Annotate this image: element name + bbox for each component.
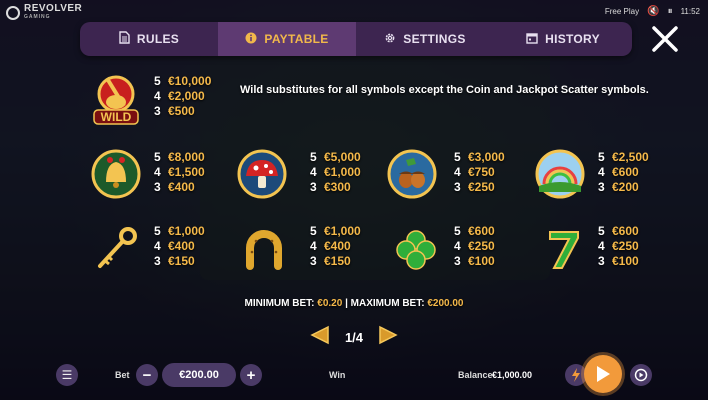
info-icon (245, 32, 257, 47)
gear-icon (384, 32, 396, 47)
min-bet-label: MINIMUM BET: (244, 298, 315, 309)
tab-rules[interactable]: RULES (80, 22, 218, 56)
mute-icon[interactable]: 🔇 (647, 6, 659, 17)
tab-settings[interactable]: SETTINGS (356, 22, 494, 56)
minus-icon: − (142, 366, 152, 384)
balance-label: Balance (458, 370, 493, 380)
bet-separator: | (345, 298, 348, 309)
pause-icon[interactable]: ⏸ (668, 6, 673, 17)
document-icon (119, 31, 130, 47)
tab-history[interactable]: HISTORY (494, 22, 632, 56)
min-bet-value: €0.20 (317, 298, 343, 309)
close-icon (652, 26, 678, 52)
autoplay-button[interactable] (630, 364, 652, 386)
horseshoe-pays: 5 €1,000 4 €400 3 €150 (310, 224, 361, 268)
wild-description: Wild substitutes for all symbols except … (240, 84, 649, 96)
menu-button[interactable]: ☰ (56, 364, 78, 386)
clock: 11:52 (680, 7, 700, 16)
wild-pot-icon: WILD (90, 74, 142, 126)
brand-sub: GAMING (24, 14, 51, 20)
calendar-icon (526, 32, 538, 47)
balance-value: €1,000.00 (492, 370, 533, 380)
win-label: Win (329, 370, 346, 380)
revolver-logo-icon (6, 6, 20, 20)
hamburger-icon: ☰ (61, 368, 73, 382)
arrow-left-icon (310, 325, 329, 344)
brand-logo: REVOLVER GAMING (6, 4, 82, 22)
mushroom-icon (236, 148, 288, 200)
autoplay-icon (634, 368, 648, 382)
prev-page-button[interactable] (308, 325, 330, 350)
mushroom-pays: 5 €5,000 4 €1,000 3 €300 (310, 150, 361, 194)
rainbow-pays: 5 €2,500 4 €600 3 €200 (598, 150, 649, 194)
key-pays: 5 €1,000 4 €400 3 €150 (154, 224, 205, 268)
seven-pays: 5 €600 4 €250 3 €100 (598, 224, 639, 268)
wild-badge: WILD (101, 110, 132, 124)
wild-pays: 5 €10,000 4 €2,000 3 €500 (154, 74, 212, 118)
lightning-icon (572, 368, 580, 382)
tab-bar: RULES PAYTABLE SETTINGS HISTORY (80, 22, 632, 56)
arrow-right-icon (379, 325, 398, 344)
bet-range: MINIMUM BET: €0.20 | MAXIMUM BET: €200.0… (0, 298, 708, 309)
next-page-button[interactable] (378, 325, 400, 350)
acorn-icon (386, 148, 438, 200)
bet-decrease-button[interactable]: − (136, 364, 158, 386)
bottom-bar: ☰ Bet − €200.00 + Win Balance €1,000.00 (0, 355, 708, 394)
plus-icon: + (246, 366, 256, 384)
page-indicator: 1/4 (344, 329, 364, 345)
bet-label: Bet (115, 370, 130, 380)
clover-pays: 5 €600 4 €250 3 €100 (454, 224, 495, 268)
tab-paytable[interactable]: PAYTABLE (218, 22, 356, 56)
bell-icon (90, 148, 142, 200)
page-navigator: 1/4 (308, 325, 400, 350)
spin-button[interactable] (584, 355, 622, 393)
play-mode: Free Play (604, 7, 640, 16)
clover-icon (390, 224, 442, 276)
system-bar: Free Play 🔇 ⏸ 11:52 (605, 6, 700, 17)
bell-pays: 5 €8,000 4 €1,500 3 €400 (154, 150, 205, 194)
bet-increase-button[interactable]: + (240, 364, 262, 386)
acorn-pays: 5 €3,000 4 €750 3 €250 (454, 150, 505, 194)
key-icon (90, 224, 142, 276)
seven-icon (538, 224, 590, 276)
close-button[interactable] (648, 22, 682, 56)
bet-value: €200.00 (162, 363, 236, 387)
max-bet-label: MAXIMUM BET: (350, 298, 425, 309)
play-icon (597, 366, 610, 382)
horseshoe-icon (238, 224, 290, 276)
max-bet-value: €200.00 (427, 298, 464, 309)
rainbow-icon (534, 148, 586, 200)
